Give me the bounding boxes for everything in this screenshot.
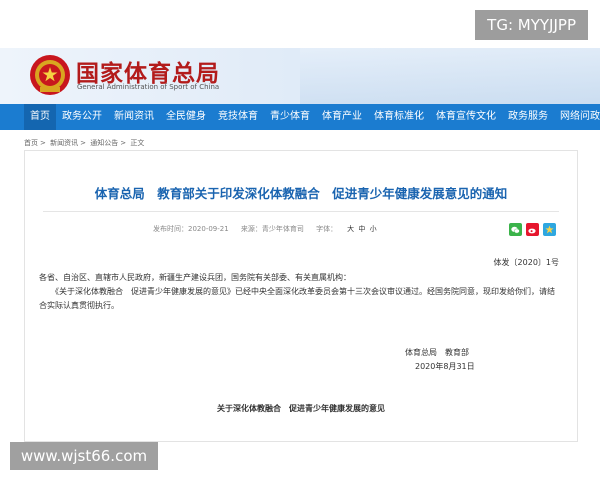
breadcrumb-separator: > — [120, 139, 127, 147]
recipients-line: 各省、自治区、直辖市人民政府，新疆生产建设兵团，国务院有关部委、有关直属机构： — [39, 273, 351, 282]
breadcrumb-separator: > — [80, 139, 86, 147]
site-subtitle: General Administration of Sport of China — [77, 83, 220, 91]
signing-date: 2020年8月31日 — [415, 362, 475, 371]
main-nav: 首页 政务公开 新闻资讯 全民健身 竞技体育 青少体育 体育产业 体育标准化 体… — [0, 104, 600, 130]
attachment-title: 关于深化体教融合 促进青少年健康发展的意见 — [217, 404, 385, 413]
article-container: 体育总局 教育部关于印发深化体教融合 促进青少年健康发展意见的通知 发布时间：2… — [24, 150, 578, 442]
breadcrumb-home[interactable]: 首页 — [24, 139, 38, 147]
national-emblem-icon — [30, 55, 70, 95]
nav-item-sports-industry[interactable]: 体育产业 — [316, 104, 368, 130]
share-buttons — [509, 223, 556, 236]
nav-item-home[interactable]: 首页 — [24, 104, 56, 130]
nav-item-standardization[interactable]: 体育标准化 — [368, 104, 430, 130]
font-size-label: 字体： — [316, 225, 338, 233]
wechat-icon[interactable] — [509, 223, 522, 236]
breadcrumb-current: 正文 — [130, 139, 145, 147]
site-watermark: www.wjst66.com — [10, 442, 158, 470]
nav-item-gov-services[interactable]: 政务服务 — [502, 104, 554, 130]
nav-item-competitive-sports[interactable]: 竞技体育 — [212, 104, 264, 130]
article-meta: 发布时间：2020-09-21 来源：青少年体育司 字体： 大 中 小 — [153, 224, 379, 234]
signing-agencies: 体育总局 教育部 — [405, 348, 469, 357]
nav-item-youth-sports[interactable]: 青少体育 — [264, 104, 316, 130]
header-background — [300, 48, 600, 104]
font-size-small[interactable]: 小 — [370, 225, 377, 233]
title-divider — [43, 211, 559, 212]
nav-item-national-fitness[interactable]: 全民健身 — [160, 104, 212, 130]
document-number: 体发〔2020〕1号 — [493, 258, 559, 267]
article-title: 体育总局 教育部关于印发深化体教融合 促进青少年健康发展意见的通知 — [94, 186, 508, 201]
breadcrumb-notices[interactable]: 通知公告 — [90, 139, 118, 147]
breadcrumb-news[interactable]: 新闻资讯 — [50, 139, 78, 147]
article-source: 来源：青少年体育司 — [240, 225, 304, 233]
article-body: 《关于深化体教融合 促进青少年健康发展的意见》已经中央全面深化改革委员会第十三次… — [39, 287, 555, 310]
font-size-medium[interactable]: 中 — [358, 225, 365, 233]
site-header: 国家体育总局 General Administration of Sport o… — [0, 48, 600, 104]
tg-watermark: TG: MYYJJPP — [475, 10, 588, 40]
qzone-icon[interactable] — [543, 223, 556, 236]
nav-item-online-inquiry[interactable]: 网络问政 — [554, 104, 600, 130]
nav-item-government-affairs[interactable]: 政务公开 — [56, 104, 108, 130]
nav-item-culture-promotion[interactable]: 体育宣传文化 — [430, 104, 502, 130]
breadcrumb-separator: > — [40, 139, 46, 147]
nav-items: 首页 政务公开 新闻资讯 全民健身 竞技体育 青少体育 体育产业 体育标准化 体… — [24, 104, 600, 130]
weibo-icon[interactable] — [526, 223, 539, 236]
nav-item-news[interactable]: 新闻资讯 — [108, 104, 160, 130]
breadcrumb: 首页 > 新闻资讯 > 通知公告 > 正文 — [24, 138, 146, 148]
publish-date: 发布时间：2020-09-21 — [153, 225, 229, 233]
font-size-large[interactable]: 大 — [347, 225, 354, 233]
